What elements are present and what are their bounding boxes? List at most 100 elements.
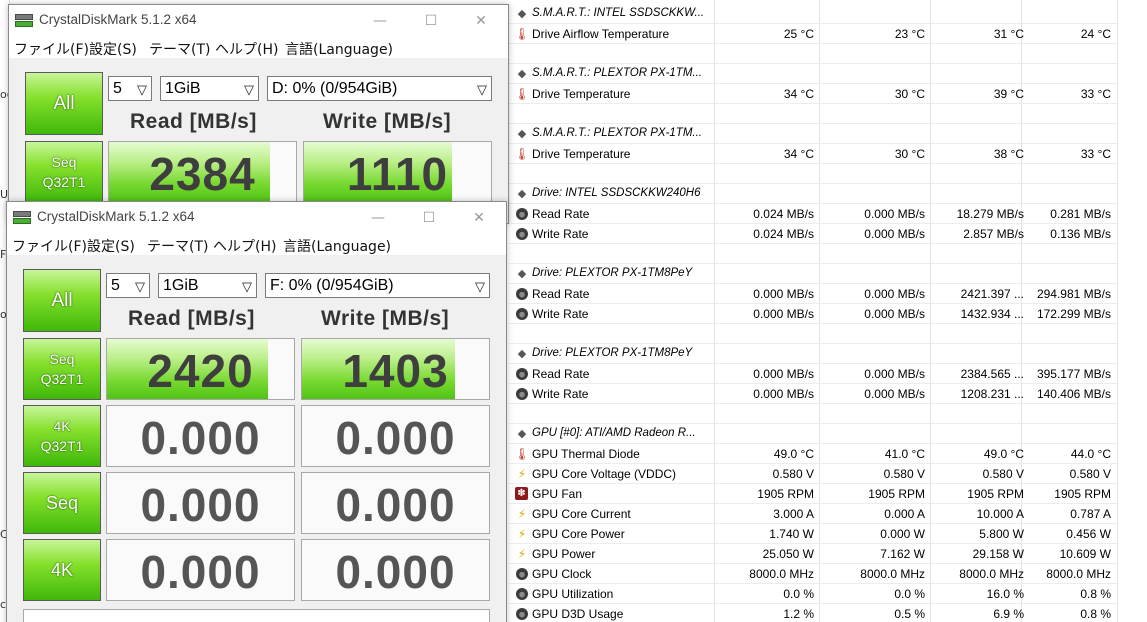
sensor-row[interactable]: ⚡ GPU Power 25.050 W 7.162 W 29.158 W 10.609 …: [509, 544, 1117, 564]
all-button[interactable]: All: [23, 269, 101, 332]
menu-theme[interactable]: テーマ(T): [149, 39, 210, 59]
fan-icon: ✽: [515, 487, 528, 500]
menu-settings[interactable]: 設定(S): [87, 236, 135, 256]
sensor-maximum: 10.000 A: [976, 507, 1024, 521]
sensor-row[interactable]: Read Rate 0.024 MB/s 0.000 MB/s 18.279 MB/s…: [509, 204, 1117, 224]
sensor-label: Write Rate: [532, 387, 589, 401]
close-button[interactable]: ✕: [464, 202, 494, 233]
title-bar[interactable]: CrystalDiskMark 5.1.2 x64 — ☐ ✕: [9, 5, 508, 36]
sensor-label: S.M.A.R.T.: PLEXTOR PX-1TM...: [532, 127, 702, 139]
sensor-label: Drive: INTEL SSDSCKKW240H6: [532, 187, 701, 199]
sensor-row[interactable]: Write Rate 0.000 MB/s 0.000 MB/s 1208.231 .…: [509, 384, 1117, 404]
vertical-scrollbar[interactable]: [1117, 0, 1147, 622]
sensor-row[interactable]: Read Rate 0.000 MB/s 0.000 MB/s 2421.397 ..…: [509, 284, 1117, 304]
count-select[interactable]: 5 ▽: [106, 273, 150, 298]
all-button[interactable]: All: [25, 72, 103, 135]
comment-field[interactable]: [23, 609, 490, 622]
maximize-button[interactable]: ☐: [416, 5, 446, 36]
gauge-icon: [516, 228, 528, 240]
sensor-group-header[interactable]: ◆ GPU [#0]: ATI/AMD Radeon R...: [509, 424, 1117, 444]
minimize-button[interactable]: —: [363, 202, 393, 233]
menu-settings[interactable]: 設定(S): [89, 39, 137, 59]
seq-q32t1-button[interactable]: Seq Q32T1: [25, 141, 103, 203]
sensor-minimum: 0.580 V: [883, 467, 925, 481]
write-result-1: 0.000: [301, 405, 490, 467]
sensor-group-header[interactable]: ◆ Drive: PLEXTOR PX-1TM8PeY: [509, 264, 1117, 284]
sensor-row[interactable]: ✽ GPU Fan 1905 RPM 1905 RPM 1905 RPM 1905 RPM: [509, 484, 1117, 504]
sensor-row[interactable]: 🌡 Drive Temperature 34 °C 30 °C 38 °C 33 °C: [509, 144, 1117, 164]
sensor-current: 1.2 %: [783, 607, 814, 621]
thermometer-icon: 🌡: [514, 447, 530, 461]
background-text: U: [0, 188, 9, 201]
write-header: Write [MB/s]: [321, 307, 450, 330]
menu-file[interactable]: ファイル(F): [14, 39, 89, 59]
gauge-icon: [516, 568, 528, 580]
chevron-down-icon: ▽: [475, 279, 485, 294]
crystaldiskmark-window-front[interactable]: CrystalDiskMark 5.1.2 x64 — ☐ ✕ ファイル(F) …: [6, 201, 507, 622]
sensor-current: 34 °C: [783, 87, 814, 101]
gpu-icon: ◆: [517, 427, 527, 440]
sensor-row[interactable]: 🌡 Drive Airflow Temperature 25 °C 23 °C 31 °…: [509, 24, 1117, 44]
test-button-2[interactable]: Seq: [23, 472, 101, 534]
sensor-row[interactable]: GPU D3D Usage 1.2 % 0.5 % 6.9 % 0.8 %: [509, 604, 1117, 622]
drive-select[interactable]: D: 0% (0/954GiB) ▽: [267, 76, 492, 101]
sensor-spacer: [509, 44, 1117, 64]
sensor-row[interactable]: Write Rate 0.024 MB/s 0.000 MB/s 2.857 MB/s…: [509, 224, 1117, 244]
test-button-3[interactable]: 4K: [23, 539, 101, 601]
test-label: Seq: [46, 493, 78, 514]
sensor-minimum: 41.0 °C: [884, 447, 925, 461]
menu-help[interactable]: ヘルプ(H): [213, 236, 276, 256]
menu-help[interactable]: ヘルプ(H): [215, 39, 278, 59]
drive-select[interactable]: F: 0% (0/954GiB) ▽: [265, 273, 490, 298]
sensor-label: Drive Airflow Temperature: [532, 27, 670, 41]
sensor-average: 0.8 %: [1080, 607, 1111, 621]
sensor-average: 44.0 °C: [1070, 447, 1111, 461]
menu-language[interactable]: 言語(Language): [285, 39, 393, 59]
sensor-row[interactable]: GPU Utilization 0.0 % 0.0 % 16.0 % 0.8 %: [509, 584, 1117, 604]
sensor-average: 10.609 W: [1059, 547, 1111, 561]
sensor-current: 25.050 W: [762, 547, 814, 561]
read-result-1: 0.000: [106, 405, 295, 467]
sensor-average: 0.281 MB/s: [1050, 207, 1111, 221]
sensor-group-header[interactable]: ◆ Drive: INTEL SSDSCKKW240H6: [509, 184, 1117, 204]
sensor-label: Write Rate: [532, 307, 589, 321]
sensor-group-header[interactable]: ◆ S.M.A.R.T.: PLEXTOR PX-1TM...: [509, 64, 1117, 84]
sensor-current: 0.0 %: [783, 587, 814, 601]
drive-icon: ◆: [517, 67, 527, 80]
test-label-line1: 4K: [50, 559, 74, 580]
gauge-icon: [516, 368, 528, 380]
sensor-average: 1905 RPM: [1054, 487, 1111, 501]
sensor-group-header[interactable]: ◆ S.M.A.R.T.: INTEL SSDSCKKW...: [509, 4, 1117, 24]
sensor-row[interactable]: Write Rate 0.000 MB/s 0.000 MB/s 1432.934 .…: [509, 304, 1117, 324]
test-button-1[interactable]: 4K Q32T1: [23, 405, 101, 467]
test-button-0[interactable]: Seq Q32T1: [23, 338, 101, 400]
sensor-maximum: 8000.0 MHz: [959, 567, 1024, 581]
drive-icon: ◆: [517, 7, 527, 20]
sensor-row[interactable]: 🌡 GPU Thermal Diode 49.0 °C 41.0 °C 49.0 °C 4…: [509, 444, 1117, 464]
size-select[interactable]: 1GiB ▽: [158, 273, 257, 298]
sensor-average: 8000.0 MHz: [1046, 567, 1111, 581]
sensor-row[interactable]: ⚡ GPU Core Current 3.000 A 0.000 A 10.000 A 0…: [509, 504, 1117, 524]
maximize-button[interactable]: ☐: [414, 202, 444, 233]
sensor-group-header[interactable]: ◆ S.M.A.R.T.: PLEXTOR PX-1TM...: [509, 124, 1117, 144]
drive-value: D: 0% (0/954GiB): [272, 80, 398, 97]
sensor-row[interactable]: ⚡ GPU Core Power 1.740 W 0.000 W 5.800 W 0.45…: [509, 524, 1117, 544]
sensor-minimum: 0.000 MB/s: [864, 287, 925, 301]
crystaldiskmark-window-back[interactable]: CrystalDiskMark 5.1.2 x64 — ☐ ✕ ファイル(F) …: [8, 4, 509, 224]
chevron-down-icon: ▽: [135, 279, 145, 294]
menu-language[interactable]: 言語(Language): [283, 236, 391, 256]
size-select[interactable]: 1GiB ▽: [160, 76, 259, 101]
sensor-group-header[interactable]: ◆ Drive: PLEXTOR PX-1TM8PeY: [509, 344, 1117, 364]
sensor-current: 0.000 MB/s: [753, 307, 814, 321]
menu-theme[interactable]: テーマ(T): [147, 236, 208, 256]
close-button[interactable]: ✕: [466, 5, 496, 36]
sensor-minimum: 0.000 W: [880, 527, 925, 541]
sensor-row[interactable]: Read Rate 0.000 MB/s 0.000 MB/s 2384.565 ..…: [509, 364, 1117, 384]
sensor-row[interactable]: 🌡 Drive Temperature 34 °C 30 °C 39 °C 33 °C: [509, 84, 1117, 104]
sensor-row[interactable]: ⚡ GPU Core Voltage (VDDC) 0.580 V 0.580 V 0.…: [509, 464, 1117, 484]
count-select[interactable]: 5 ▽: [108, 76, 152, 101]
menu-file[interactable]: ファイル(F): [12, 236, 87, 256]
sensor-row[interactable]: GPU Clock 8000.0 MHz 8000.0 MHz 8000.0 MHz 8…: [509, 564, 1117, 584]
title-bar[interactable]: CrystalDiskMark 5.1.2 x64 — ☐ ✕: [7, 202, 506, 233]
minimize-button[interactable]: —: [365, 5, 395, 36]
